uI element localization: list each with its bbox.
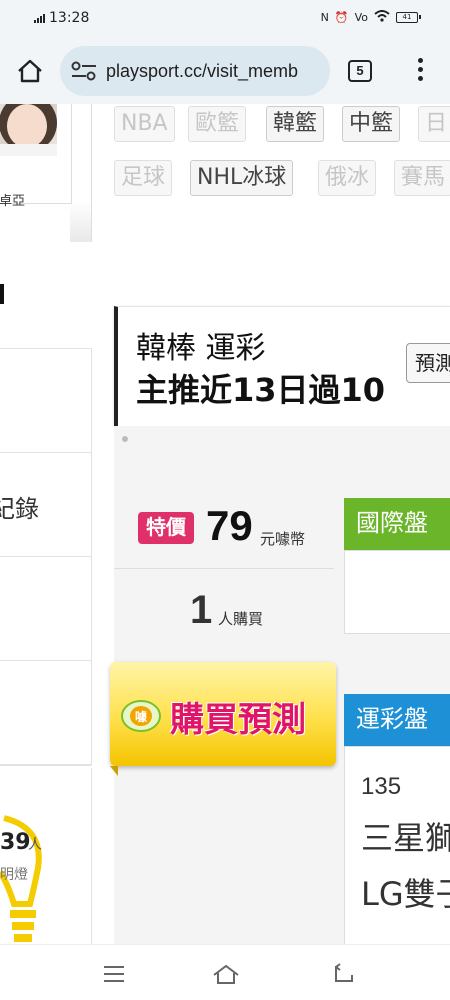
buy-prediction-label: 購買預測 (170, 700, 306, 740)
status-left: 13:28 (34, 10, 89, 26)
coin-icon: 噱 (121, 700, 161, 732)
status-bar: 13:28 N ⏰ Vo 41 (0, 0, 450, 36)
sidebar-item-records[interactable]: 紀錄 (0, 453, 91, 557)
sidebar-item-4[interactable] (0, 661, 91, 765)
more-menu-icon[interactable] (416, 58, 424, 84)
prediction-button[interactable]: 預測 (406, 343, 450, 383)
game-number: 135 (361, 773, 402, 800)
wifi-icon (374, 10, 390, 25)
price-box: 特價 79 元噱幣 1 人購買 (114, 484, 334, 632)
battery-icon: 41 (396, 12, 421, 23)
international-market-header: 國際盤 (344, 498, 450, 550)
section-marker (0, 284, 4, 304)
filter-chip-japan[interactable]: 日 (418, 106, 450, 142)
browser-toolbar: playsport.cc/visit_memb 5 (0, 36, 450, 104)
divider (114, 568, 334, 569)
volte-icon: Vo (354, 11, 368, 24)
address-bar[interactable]: playsport.cc/visit_memb (60, 46, 330, 96)
lamp-caption: 明燈 (0, 867, 28, 883)
back-icon[interactable] (332, 963, 356, 985)
system-nav-bar (0, 944, 450, 1000)
filter-chip-russia-hockey[interactable]: 俄冰 (318, 160, 377, 196)
lamp-section: 39 人 明燈 (0, 768, 92, 948)
sidebar-card-edge (70, 104, 92, 242)
prediction-record: 主推近13日過10 (136, 371, 386, 409)
status-right: N ⏰ Vo 41 (320, 10, 421, 25)
alarm-icon: ⏰ (334, 11, 349, 24)
url-text: playsport.cc/visit_memb (106, 60, 299, 81)
price-unit: 元噱幣 (260, 530, 306, 548)
collapse-icon (122, 436, 128, 442)
international-market-body (344, 550, 450, 634)
signal-icon (34, 13, 45, 23)
lottery-market-header: 運彩盤 (344, 694, 450, 746)
lottery-market-body: 135 三星獅 LG雙子 (344, 746, 450, 946)
status-time: 13:28 (49, 10, 90, 26)
filter-chip-euro-basketball[interactable]: 歐籃 (188, 106, 247, 142)
nfc-icon: N (320, 11, 329, 24)
filter-chip-nhl[interactable]: NHL冰球 (190, 160, 294, 196)
filter-chip-football[interactable]: 足球 (114, 160, 173, 196)
buy-prediction-button[interactable]: 噱 購買預測 (110, 662, 336, 776)
buyer-unit: 人購買 (218, 610, 264, 628)
home-icon[interactable] (16, 58, 44, 84)
buyer-count: 1 (190, 588, 213, 632)
lamp-unit: 人 (28, 837, 42, 853)
filter-chip-china-basketball[interactable]: 中籃 (342, 106, 401, 142)
team-home: 三星獅 (361, 819, 450, 857)
sidebar-menu: 紀錄 (0, 348, 92, 766)
team-away: LG雙子 (361, 875, 450, 913)
avatar[interactable] (0, 104, 57, 156)
profile-card[interactable]: 卓亞 (0, 104, 72, 209)
prediction-header: 韓棒 運彩 主推近13日過10 預測 (114, 306, 450, 426)
profile-name: 卓亞 (0, 194, 26, 209)
home-nav-icon[interactable] (212, 963, 240, 985)
main-content: NBA 歐籃 韓籃 中籃 日 足球 NHL冰球 俄冰 賽馬 韓棒 運彩 主推近1… (110, 104, 450, 946)
filter-chip-horse-racing[interactable]: 賽馬 (394, 160, 450, 196)
recent-apps-icon[interactable] (102, 963, 126, 985)
lamp-count: 39 (0, 830, 31, 855)
tab-switcher-button[interactable]: 5 (348, 60, 372, 82)
svg-text:噱: 噱 (135, 709, 148, 724)
filter-chip-nba[interactable]: NBA (114, 106, 175, 142)
offer-panel: 特價 79 元噱幣 1 人購買 噱 購買預測 國際盤 運彩盤 135 三星獅 L… (110, 426, 450, 946)
sidebar-item-label: 紀錄 (0, 495, 39, 523)
sidebar-item-3[interactable] (0, 557, 91, 661)
prediction-title: 韓棒 運彩 (136, 331, 266, 366)
filter-chip-korea-basketball[interactable]: 韓籃 (266, 106, 325, 142)
sidebar-item-1[interactable] (0, 349, 91, 453)
site-settings-icon[interactable] (70, 61, 98, 81)
member-sidebar: 卓亞 紀錄 39 人 明燈 (0, 104, 92, 948)
price-value: 79 (206, 502, 253, 549)
special-price-tag: 特價 (138, 512, 194, 544)
